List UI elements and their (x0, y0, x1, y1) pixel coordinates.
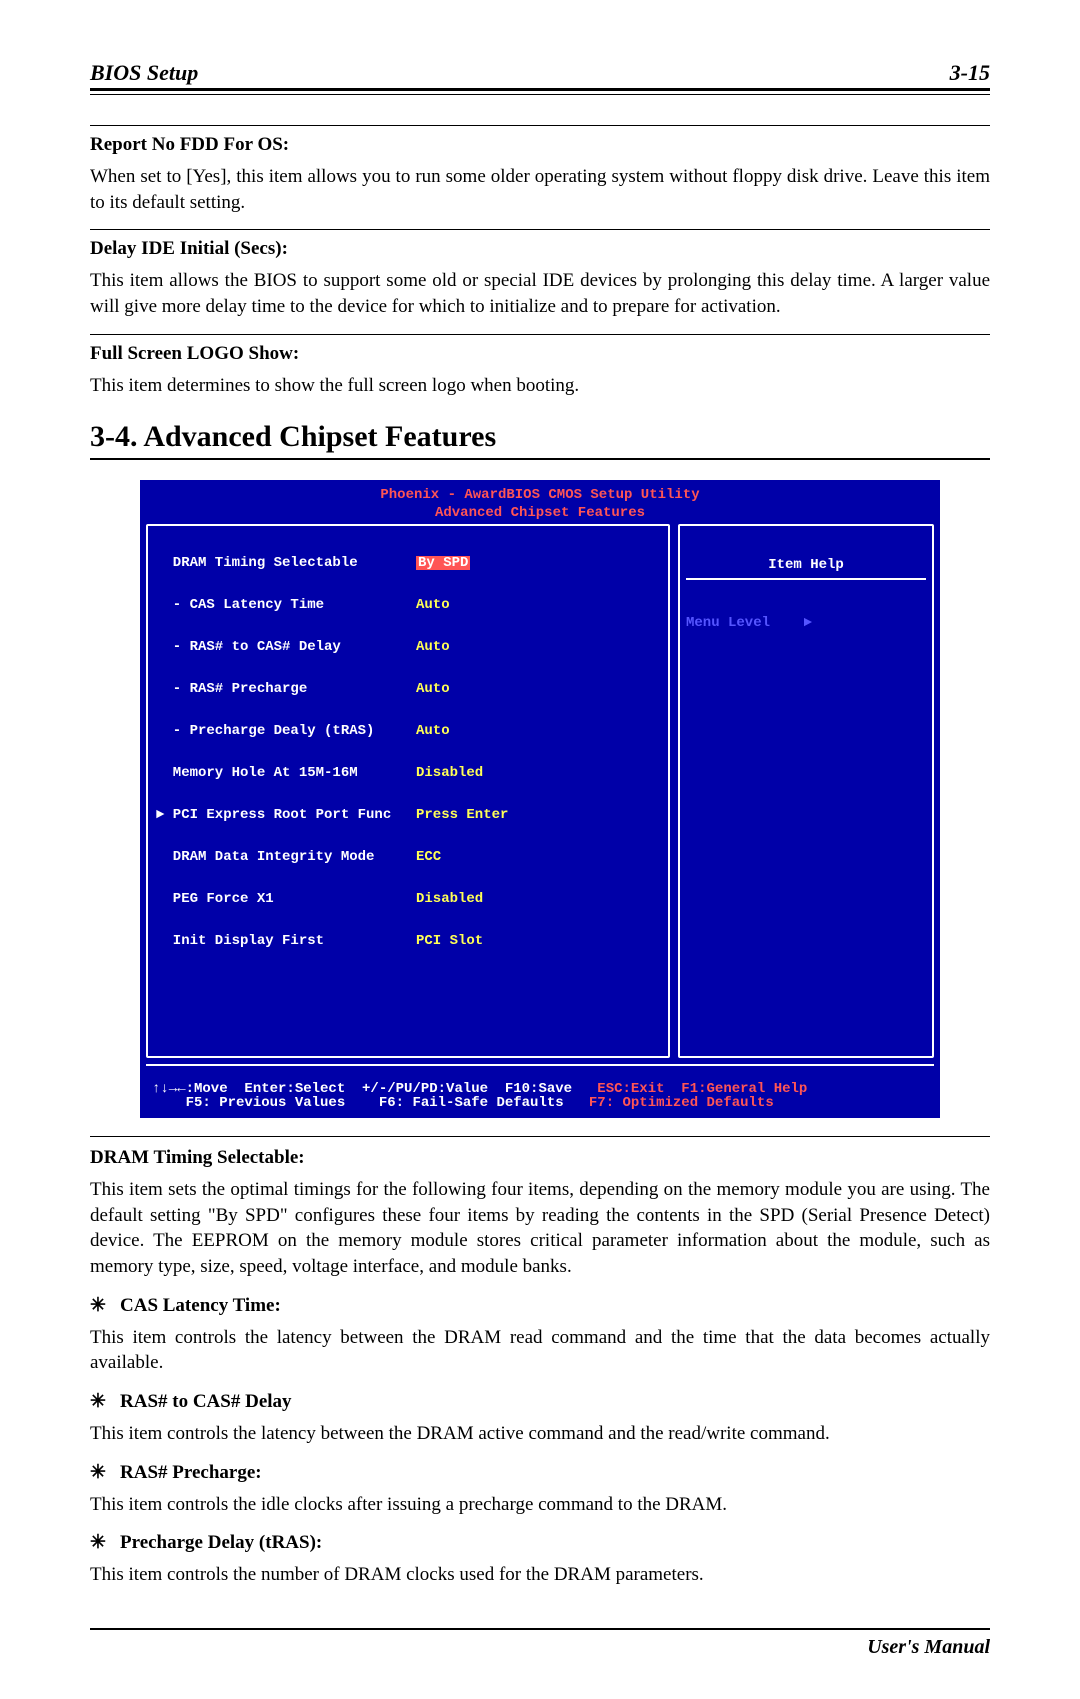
bullet-ras-to-cas: ✳RAS# to CAS# Delay (90, 1390, 990, 1413)
section-underline (90, 458, 990, 460)
para-logo-show: This item determines to show the full sc… (90, 373, 990, 399)
bios-item-label: ► PCI Express Root Port Func (156, 808, 416, 822)
bios-footer: ↑↓→←:Move Enter:Select +/-/PU/PD:Value F… (146, 1064, 934, 1112)
divider (90, 334, 990, 335)
bios-item-value[interactable]: PCI Slot (416, 934, 483, 948)
bios-item-label: - RAS# Precharge (156, 682, 416, 696)
para-delay-ide: This item allows the BIOS to support som… (90, 268, 990, 319)
divider (90, 125, 990, 126)
bullet-precharge-delay: ✳Precharge Delay (tRAS): (90, 1531, 990, 1554)
bios-item-value[interactable]: By SPD (416, 556, 470, 570)
bios-item-label: - Precharge Dealy (tRAS) (156, 724, 416, 738)
subhead-dram-timing: DRAM Timing Selectable: (90, 1147, 990, 1169)
bios-item-label: PEG Force X1 (156, 892, 416, 906)
bios-item-value[interactable]: Disabled (416, 766, 483, 780)
bios-item-value[interactable]: Auto (416, 640, 450, 654)
bullet-ras-precharge: ✳RAS# Precharge: (90, 1461, 990, 1484)
asterisk-icon: ✳ (90, 1531, 120, 1554)
bios-item-value[interactable]: Auto (416, 598, 450, 612)
para-cas-latency: This item controls the latency between t… (90, 1325, 990, 1376)
para-ras-to-cas: This item controls the latency between t… (90, 1421, 990, 1447)
bios-help-panel: Item Help Menu Level ► (678, 524, 934, 1058)
footer-text: User's Manual (90, 1636, 990, 1659)
para-precharge-delay: This item controls the number of DRAM cl… (90, 1562, 990, 1588)
asterisk-icon: ✳ (90, 1294, 120, 1317)
bullet-cas-latency: ✳CAS Latency Time: (90, 1294, 990, 1317)
subhead-delay-ide: Delay IDE Initial (Secs): (90, 238, 990, 260)
bios-item-value[interactable]: Disabled (416, 892, 483, 906)
bios-item-label: - RAS# to CAS# Delay (156, 640, 416, 654)
divider (90, 1136, 990, 1137)
subhead-report-no-fdd: Report No FDD For OS: (90, 134, 990, 156)
bios-item-label: Memory Hole At 15M-16M (156, 766, 416, 780)
bios-item-label: Init Display First (156, 934, 416, 948)
bottom-divider (90, 1628, 990, 1630)
bios-item-label: - CAS Latency Time (156, 598, 416, 612)
bios-item-label: DRAM Data Integrity Mode (156, 850, 416, 864)
bios-title-1: Phoenix - AwardBIOS CMOS Setup Utility (146, 488, 934, 502)
subhead-logo-show: Full Screen LOGO Show: (90, 343, 990, 365)
bios-item-value[interactable]: ECC (416, 850, 441, 864)
para-dram-timing: This item sets the optimal timings for t… (90, 1177, 990, 1280)
para-report-no-fdd: When set to [Yes], this item allows you … (90, 164, 990, 215)
asterisk-icon: ✳ (90, 1390, 120, 1413)
bios-settings-panel[interactable]: DRAM Timing SelectableBy SPD - CAS Laten… (146, 524, 670, 1058)
bios-item-value[interactable]: Auto (416, 724, 450, 738)
bios-screenshot: Phoenix - AwardBIOS CMOS Setup Utility A… (140, 480, 940, 1118)
bios-item-label: DRAM Timing Selectable (156, 556, 416, 570)
bios-item-value[interactable]: Auto (416, 682, 450, 696)
bios-foot-row: F5: Previous Values F6: Fail-Safe Defaul… (152, 1095, 774, 1111)
bios-menu-level: Menu Level ► (686, 616, 926, 630)
bios-item-help-title: Item Help (686, 558, 926, 580)
bios-item-value[interactable]: Press Enter (416, 808, 508, 822)
bios-title-2: Advanced Chipset Features (146, 506, 934, 520)
asterisk-icon: ✳ (90, 1461, 120, 1484)
section-title: 3-4. Advanced Chipset Features (90, 420, 990, 454)
para-ras-precharge: This item controls the idle clocks after… (90, 1492, 990, 1518)
header-page-number: 3-15 (950, 60, 990, 86)
header-left: BIOS Setup (90, 60, 198, 86)
divider (90, 229, 990, 230)
